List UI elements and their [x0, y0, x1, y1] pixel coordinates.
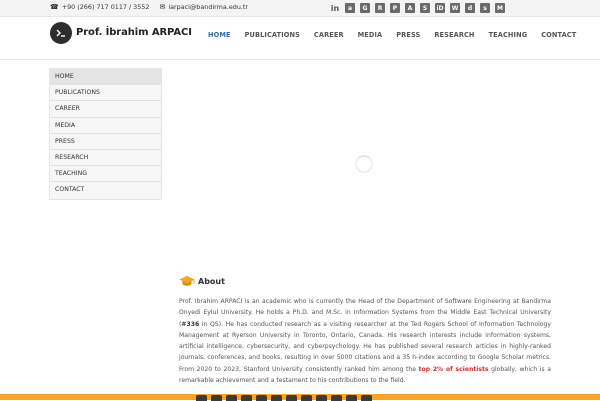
site-title[interactable]: Prof. İbrahim ARPACI: [76, 27, 192, 38]
sidebar-item-teaching[interactable]: TEACHING: [50, 166, 161, 183]
sidebar-item-publications[interactable]: PUBLICATIONS: [50, 85, 161, 102]
contact-info: ☎ +90 (266) 717 0117 / 3552 ✉ iarpaci@ba…: [50, 3, 248, 11]
footer-icon[interactable]: [271, 395, 282, 401]
footer-bar: [0, 394, 600, 401]
sidebar-item-contact[interactable]: CONTACT: [50, 182, 161, 198]
about-title: About: [198, 277, 225, 286]
acm-icon[interactable]: A: [405, 3, 415, 13]
orcid-icon[interactable]: iD: [435, 3, 445, 13]
nav-press[interactable]: PRESS: [396, 31, 420, 39]
email-icon: ✉: [159, 3, 166, 11]
nav-research[interactable]: RESEARCH: [434, 31, 474, 39]
wos-icon[interactable]: W: [450, 3, 460, 13]
graduation-cap-icon: [179, 276, 195, 286]
sidebar-item-research[interactable]: RESEARCH: [50, 150, 161, 167]
sidebar-item-press[interactable]: PRESS: [50, 134, 161, 150]
nav-career[interactable]: CAREER: [314, 31, 344, 39]
footer-icon[interactable]: [346, 395, 357, 401]
qs-rank: #336: [181, 320, 200, 328]
sidebar-item-media[interactable]: MEDIA: [50, 118, 161, 134]
scopus-icon[interactable]: S: [420, 3, 430, 13]
footer-icon[interactable]: [211, 395, 222, 401]
phone-icon: ☎: [50, 3, 59, 11]
researchgate-icon[interactable]: R: [375, 3, 385, 13]
nav-teaching[interactable]: TEACHING: [489, 31, 528, 39]
about-heading: About: [179, 276, 225, 287]
top-scientists-highlight: top 2% of scientists: [418, 365, 489, 373]
sidebar-item-home[interactable]: HOME: [50, 69, 161, 86]
footer-icon[interactable]: [241, 395, 252, 401]
footer-icon[interactable]: [316, 395, 327, 401]
publons-icon[interactable]: P: [390, 3, 400, 13]
footer-icon[interactable]: [256, 395, 267, 401]
site-header: Prof. İbrahim ARPACI HOME PUBLICATIONS C…: [0, 17, 600, 60]
sciprofiles-icon[interactable]: s: [480, 3, 490, 13]
terminal-logo-icon[interactable]: [50, 22, 72, 44]
top-contact-bar: ☎ +90 (266) 717 0117 / 3552 ✉ iarpaci@ba…: [0, 0, 600, 17]
footer-icon[interactable]: [196, 395, 207, 401]
nav-home[interactable]: HOME: [208, 31, 231, 39]
phone-number[interactable]: +90 (266) 717 0117 / 3552: [62, 3, 150, 11]
footer-icon[interactable]: [286, 395, 297, 401]
academia-icon[interactable]: a: [345, 3, 355, 13]
linkedin-icon[interactable]: in: [330, 3, 340, 13]
scholar-icon[interactable]: G: [360, 3, 370, 13]
main-nav: HOME PUBLICATIONS CAREER MEDIA PRESS RES…: [208, 31, 590, 39]
footer-icons: [196, 395, 372, 401]
sidebar-item-career[interactable]: CAREER: [50, 101, 161, 118]
footer-icon[interactable]: [361, 395, 372, 401]
loading-spinner: [355, 155, 373, 173]
nav-publications[interactable]: PUBLICATIONS: [245, 31, 300, 39]
email-address[interactable]: iarpaci@bandirma.edu.tr: [168, 3, 248, 11]
dblp-icon[interactable]: d: [465, 3, 475, 13]
medium-icon[interactable]: M: [495, 3, 505, 13]
nav-contact[interactable]: CONTACT: [541, 31, 576, 39]
about-text: Prof. Ibrahim ARPACI is an academic who …: [179, 296, 551, 386]
nav-media[interactable]: MEDIA: [358, 31, 383, 39]
social-links: in a G R P A S iD W d s M: [330, 3, 505, 13]
footer-icon[interactable]: [226, 395, 237, 401]
footer-icon[interactable]: [331, 395, 342, 401]
sidebar-menu: HOME PUBLICATIONS CAREER MEDIA PRESS RES…: [49, 68, 162, 200]
footer-icon[interactable]: [301, 395, 312, 401]
